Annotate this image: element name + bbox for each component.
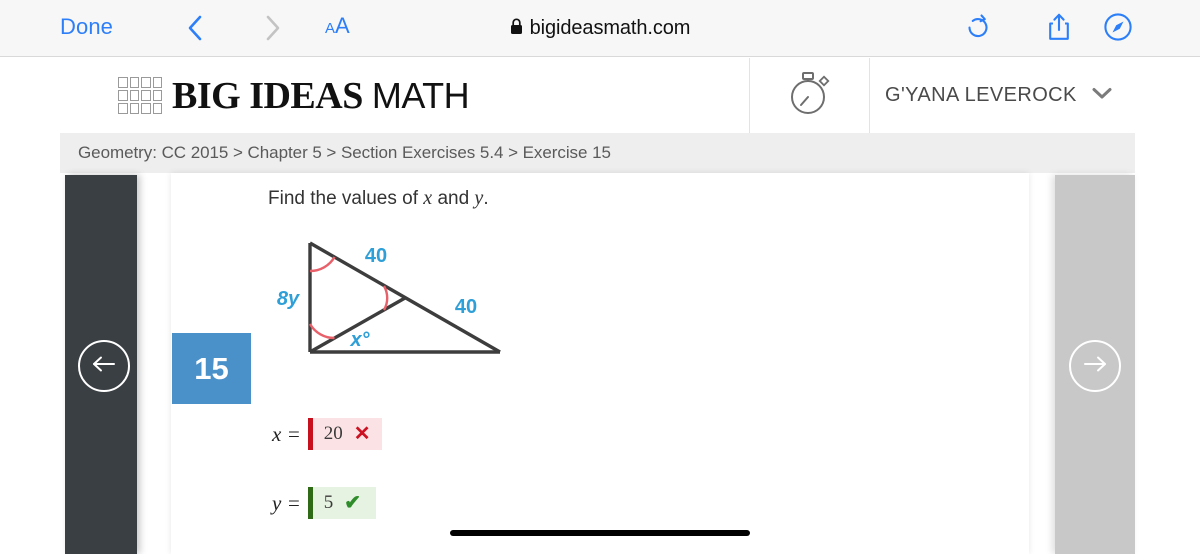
exercise-number-badge: 15 bbox=[172, 333, 251, 404]
home-indicator bbox=[450, 530, 750, 536]
answer-field-y[interactable]: 5 ✔ bbox=[307, 487, 376, 519]
question-prefix: Find the values of bbox=[268, 188, 418, 209]
answer-row-x: x = 20 ✕ bbox=[272, 418, 382, 450]
reload-button[interactable] bbox=[958, 9, 998, 49]
answer-label-y: y = bbox=[272, 490, 301, 515]
answer-value-y: 5 bbox=[323, 492, 334, 513]
stopwatch-icon bbox=[785, 67, 835, 124]
question-variable-y: y bbox=[474, 187, 484, 209]
answer-label-x: x = bbox=[272, 421, 301, 446]
label-top-40: 40 bbox=[365, 245, 387, 267]
question-variable-x: x bbox=[423, 187, 433, 209]
angle-arc-middle bbox=[382, 285, 389, 311]
chevron-down-icon bbox=[1091, 86, 1113, 105]
bookmarks-button[interactable] bbox=[1098, 9, 1138, 49]
reload-icon bbox=[965, 13, 991, 46]
incorrect-icon: ✕ bbox=[353, 423, 371, 445]
lock-icon bbox=[510, 18, 523, 40]
arrow-left-icon bbox=[90, 354, 118, 379]
answer-field-x[interactable]: 20 ✕ bbox=[307, 418, 382, 450]
label-right-40: 40 bbox=[455, 296, 477, 318]
triangle-diagram: 8y 40 40 x° bbox=[258, 228, 528, 378]
breadcrumb: Geometry: CC 2015 > Chapter 5 > Section … bbox=[60, 133, 1135, 173]
angle-arc-top bbox=[309, 256, 336, 273]
next-exercise-button[interactable] bbox=[1069, 340, 1121, 392]
correct-icon: ✔ bbox=[344, 492, 362, 514]
share-button[interactable] bbox=[1039, 9, 1079, 49]
angle-arc-bottom bbox=[308, 323, 335, 340]
site-logo[interactable]: BIG IDEAS MATH bbox=[60, 58, 750, 133]
compass-icon bbox=[1103, 12, 1133, 47]
share-icon bbox=[1047, 12, 1071, 47]
label-8y: 8y bbox=[277, 288, 300, 310]
arrow-right-icon bbox=[1081, 354, 1109, 379]
answer-value-x: 20 bbox=[323, 423, 343, 444]
question-conjunction: and bbox=[437, 188, 470, 209]
address-bar[interactable]: bigideasmath.com bbox=[0, 0, 1200, 57]
question-suffix: . bbox=[483, 188, 489, 209]
user-menu[interactable]: G'YANA LEVEROCK bbox=[870, 58, 1113, 133]
logo-text-thin: MATH bbox=[371, 74, 470, 116]
prev-exercise-button[interactable] bbox=[78, 340, 130, 392]
label-x-angle: x° bbox=[349, 329, 370, 351]
answer-row-y: y = 5 ✔ bbox=[272, 487, 376, 519]
logo-text-bold: BIG IDEAS bbox=[172, 74, 363, 117]
grid-logo-icon bbox=[118, 76, 162, 115]
safari-toolbar: Done AA bigideasmath.com bbox=[0, 0, 1200, 57]
user-name-label: G'YANA LEVEROCK bbox=[885, 84, 1077, 106]
question-prompt: Find the values of x and y. bbox=[268, 187, 489, 210]
timer-button[interactable] bbox=[750, 58, 870, 133]
breadcrumb-text[interactable]: Geometry: CC 2015 > Chapter 5 > Section … bbox=[78, 143, 611, 163]
url-text: bigideasmath.com bbox=[529, 17, 691, 39]
